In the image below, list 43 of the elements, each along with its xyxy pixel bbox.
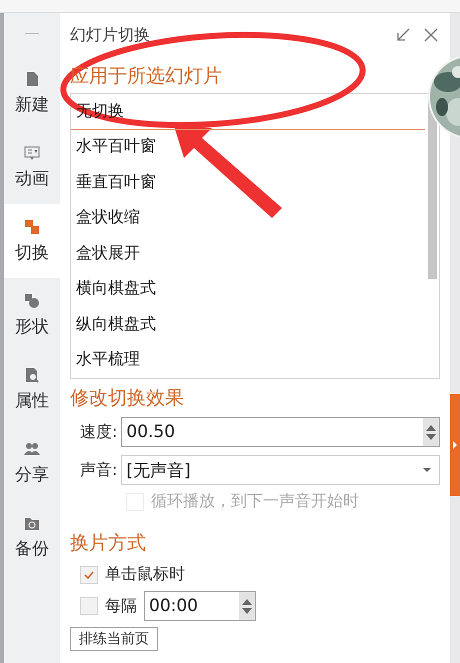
transition-item[interactable]: 水平梳理: [71, 342, 425, 378]
document-icon: [24, 70, 40, 86]
click-checkbox[interactable]: [80, 566, 98, 584]
click-label: 单击鼠标时: [105, 564, 185, 585]
document-search-icon: [24, 366, 40, 382]
panel-title: 幻灯片切换: [70, 24, 151, 46]
transition-icon: [24, 218, 40, 234]
section-heading: 应用于所选幻灯片: [70, 64, 222, 89]
sound-label: 声音:: [80, 460, 118, 480]
rehearse-button[interactable]: 排练当前页: [70, 627, 158, 651]
interval-spinbox[interactable]: 00:00: [144, 591, 256, 621]
checkmark-icon: [84, 570, 94, 578]
interval-checkbox[interactable]: [80, 597, 98, 615]
section-heading: 修改切换效果: [70, 386, 184, 411]
sidebar-item[interactable]: 切换: [4, 204, 60, 278]
dropdown-caret-icon[interactable]: [423, 468, 431, 472]
sidebar-item[interactable]: 新建: [4, 56, 60, 130]
transition-item[interactable]: 盒状展开: [71, 236, 425, 272]
sidebar-item[interactable]: 形状: [4, 278, 60, 352]
shapes-icon: [24, 292, 40, 308]
people-icon: [24, 440, 40, 456]
speed-label: 速度:: [80, 422, 118, 442]
transition-item[interactable]: 盒状收缩: [71, 200, 425, 236]
close-icon[interactable]: [424, 28, 438, 42]
loop-label: 循环播放，到下一声音开始时: [151, 491, 359, 512]
up-arrow-icon[interactable]: [242, 598, 252, 604]
transition-item[interactable]: 横向棋盘式: [71, 272, 425, 307]
transition-item[interactable]: 水平百叶窗: [71, 130, 425, 165]
sidebar-item[interactable]: 属性: [4, 352, 60, 426]
up-arrow-icon[interactable]: [426, 424, 436, 430]
transition-item[interactable]: 纵向棋盘式: [71, 307, 425, 342]
down-arrow-icon[interactable]: [242, 608, 252, 614]
collapse-icon[interactable]: [396, 28, 410, 42]
down-arrow-icon[interactable]: [426, 434, 436, 440]
caret-icon: [453, 441, 457, 449]
sidebar-item[interactable]: 备份: [4, 500, 60, 574]
sound-dropdown[interactable]: [无声音]: [121, 455, 440, 485]
sidebar-item[interactable]: 分享: [4, 426, 60, 500]
speed-spinbox[interactable]: 00.50: [121, 417, 440, 447]
transition-item[interactable]: 垂直百叶窗: [71, 165, 425, 200]
interval-label: 每隔: [105, 596, 137, 616]
section-heading: 换片方式: [70, 531, 146, 556]
sidebar-item[interactable]: 动画: [4, 130, 60, 204]
